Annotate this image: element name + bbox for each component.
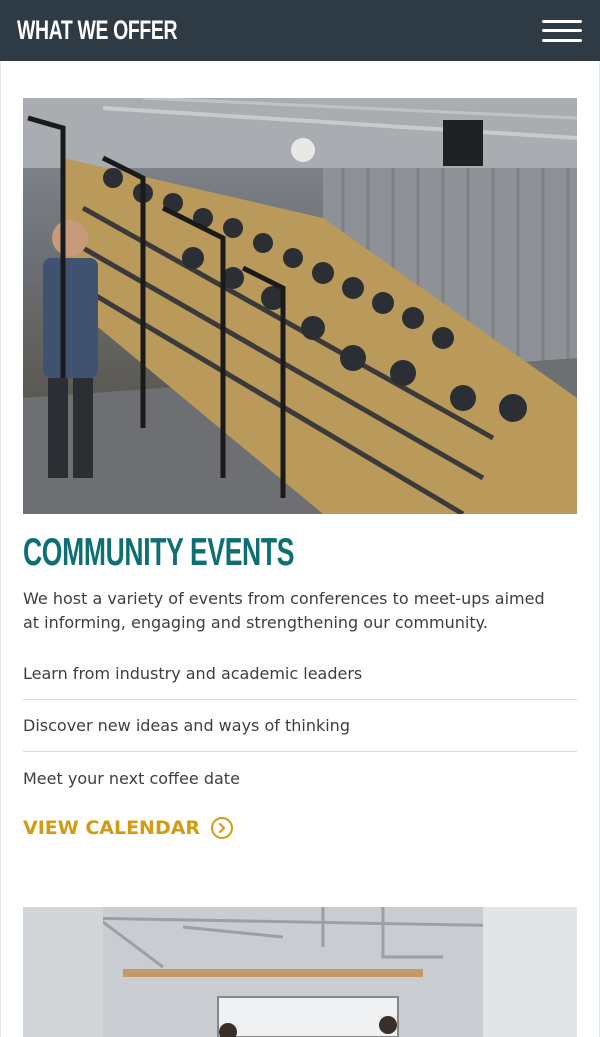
community-events-photo (23, 98, 577, 514)
top-header: WHAT WE OFFER (0, 0, 600, 61)
office-photo (23, 907, 577, 1037)
hamburger-menu-icon[interactable] (542, 19, 582, 42)
section-intro: We host a variety of events from confere… (23, 589, 545, 632)
list-item: Learn from industry and academic leaders (23, 648, 577, 700)
list-item: Discover new ideas and ways of thinking (23, 700, 577, 752)
section-title: COMMUNITY EVENTS (23, 531, 295, 574)
page-title: WHAT WE OFFER (17, 15, 178, 45)
view-calendar-link[interactable]: VIEW CALENDAR (23, 817, 234, 839)
view-calendar-label: VIEW CALENDAR (23, 817, 201, 839)
list-item: Meet your next coffee date (23, 768, 240, 788)
chevron-right-circle-icon (211, 817, 234, 839)
benefits-list: Learn from industry and academic leaders… (23, 648, 577, 804)
